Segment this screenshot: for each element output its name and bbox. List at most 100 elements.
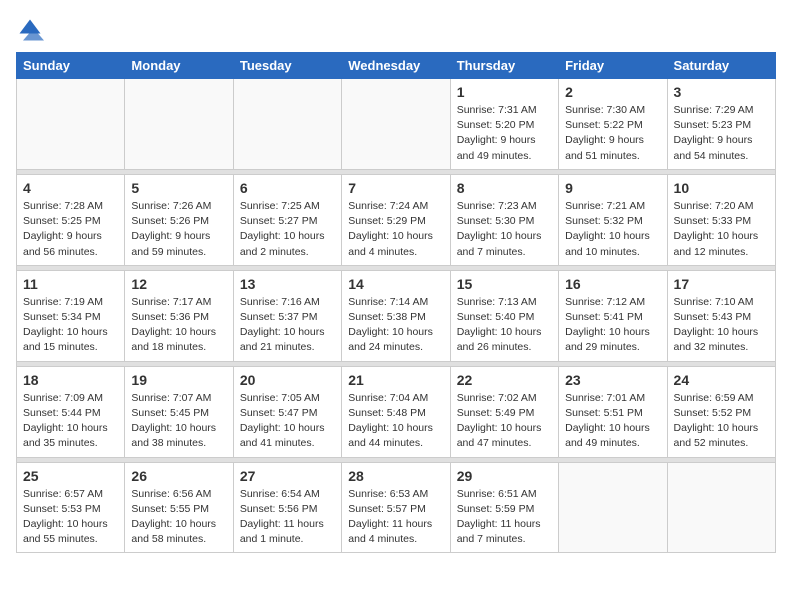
day-info: Sunrise: 7:16 AM Sunset: 5:37 PM Dayligh…	[240, 295, 335, 356]
calendar-cell: 25 Sunrise: 6:57 AM Sunset: 5:53 PM Dayli…	[17, 462, 125, 553]
day-header-sunday: Sunday	[17, 53, 125, 79]
calendar-cell: 26Sunrise: 6:56 AM Sunset: 5:55 PM Dayli…	[125, 462, 233, 553]
calendar-cell: 19 Sunrise: 7:07 AM Sunset: 5:45 PM Dayli…	[125, 366, 233, 457]
day-info: Sunrise: 6:56 AM Sunset: 5:55 PM Dayligh…	[131, 487, 226, 548]
day-info: Sunrise: 7:24 AM Sunset: 5:29 PM Dayligh…	[348, 199, 443, 260]
day-number: 12	[131, 276, 226, 292]
calendar-cell	[17, 79, 125, 170]
calendar-cell: 8Sunrise: 7:23 AM Sunset: 5:30 PM Daylig…	[450, 174, 558, 265]
day-info: Sunrise: 7:26 AM Sunset: 5:26 PM Dayligh…	[131, 199, 226, 260]
calendar-cell: 21 Sunrise: 7:04 AM Sunset: 5:48 PM Dayli…	[342, 366, 450, 457]
day-info: Sunrise: 7:10 AM Sunset: 5:43 PM Dayligh…	[674, 295, 769, 356]
calendar-header-row: SundayMondayTuesdayWednesdayThursdayFrid…	[17, 53, 776, 79]
day-number: 7	[348, 180, 443, 196]
day-number: 5	[131, 180, 226, 196]
week-row-1: 1 Sunrise: 7:31 AM Sunset: 5:20 PM Daylig…	[17, 79, 776, 170]
day-info: Sunrise: 7:21 AM Sunset: 5:32 PM Dayligh…	[565, 199, 660, 260]
day-info: Sunrise: 7:14 AM Sunset: 5:38 PM Dayligh…	[348, 295, 443, 356]
day-number: 23	[565, 372, 660, 388]
day-number: 22	[457, 372, 552, 388]
week-row-2: 4 Sunrise: 7:28 AM Sunset: 5:25 PM Daylig…	[17, 174, 776, 265]
day-info: Sunrise: 6:51 AM Sunset: 5:59 PM Dayligh…	[457, 487, 552, 548]
day-number: 17	[674, 276, 769, 292]
calendar-cell: 5 Sunrise: 7:26 AM Sunset: 5:26 PM Daylig…	[125, 174, 233, 265]
calendar-cell	[125, 79, 233, 170]
calendar-cell: 20 Sunrise: 7:05 AM Sunset: 5:47 PM Dayli…	[233, 366, 341, 457]
day-header-monday: Monday	[125, 53, 233, 79]
day-info: Sunrise: 7:31 AM Sunset: 5:20 PM Dayligh…	[457, 103, 552, 164]
calendar-cell	[342, 79, 450, 170]
day-number: 27	[240, 468, 335, 484]
calendar-cell	[667, 462, 775, 553]
logo-icon	[16, 16, 44, 44]
day-info: Sunrise: 7:19 AM Sunset: 5:34 PM Dayligh…	[23, 295, 118, 356]
day-number: 16	[565, 276, 660, 292]
day-number: 4	[23, 180, 118, 196]
day-number: 14	[348, 276, 443, 292]
day-info: Sunrise: 7:13 AM Sunset: 5:40 PM Dayligh…	[457, 295, 552, 356]
calendar-cell: 15 Sunrise: 7:13 AM Sunset: 5:40 PM Dayli…	[450, 270, 558, 361]
calendar-cell: 13 Sunrise: 7:16 AM Sunset: 5:37 PM Dayli…	[233, 270, 341, 361]
calendar-cell	[559, 462, 667, 553]
calendar-cell: 27 Sunrise: 6:54 AM Sunset: 5:56 PM Dayli…	[233, 462, 341, 553]
calendar-cell: 24 Sunrise: 6:59 AM Sunset: 5:52 PM Dayli…	[667, 366, 775, 457]
header	[16, 16, 776, 44]
day-number: 29	[457, 468, 552, 484]
calendar-cell: 10Sunrise: 7:20 AM Sunset: 5:33 PM Dayli…	[667, 174, 775, 265]
calendar-cell: 22 Sunrise: 7:02 AM Sunset: 5:49 PM Dayli…	[450, 366, 558, 457]
day-header-thursday: Thursday	[450, 53, 558, 79]
calendar-cell: 29 Sunrise: 6:51 AM Sunset: 5:59 PM Dayli…	[450, 462, 558, 553]
day-number: 6	[240, 180, 335, 196]
day-number: 25	[23, 468, 118, 484]
day-number: 2	[565, 84, 660, 100]
day-number: 24	[674, 372, 769, 388]
day-info: Sunrise: 7:29 AM Sunset: 5:23 PM Dayligh…	[674, 103, 769, 164]
logo	[16, 16, 48, 44]
day-info: Sunrise: 6:54 AM Sunset: 5:56 PM Dayligh…	[240, 487, 335, 548]
calendar-cell: 28 Sunrise: 6:53 AM Sunset: 5:57 PM Dayli…	[342, 462, 450, 553]
day-info: Sunrise: 7:05 AM Sunset: 5:47 PM Dayligh…	[240, 391, 335, 452]
calendar-cell: 1 Sunrise: 7:31 AM Sunset: 5:20 PM Daylig…	[450, 79, 558, 170]
day-number: 19	[131, 372, 226, 388]
day-info: Sunrise: 7:12 AM Sunset: 5:41 PM Dayligh…	[565, 295, 660, 356]
week-row-4: 18 Sunrise: 7:09 AM Sunset: 5:44 PM Dayli…	[17, 366, 776, 457]
day-info: Sunrise: 7:01 AM Sunset: 5:51 PM Dayligh…	[565, 391, 660, 452]
day-number: 9	[565, 180, 660, 196]
day-info: Sunrise: 7:25 AM Sunset: 5:27 PM Dayligh…	[240, 199, 335, 260]
day-info: Sunrise: 7:30 AM Sunset: 5:22 PM Dayligh…	[565, 103, 660, 164]
day-info: Sunrise: 7:28 AM Sunset: 5:25 PM Dayligh…	[23, 199, 118, 260]
calendar-cell: 3 Sunrise: 7:29 AM Sunset: 5:23 PM Daylig…	[667, 79, 775, 170]
day-number: 15	[457, 276, 552, 292]
day-info: Sunrise: 6:57 AM Sunset: 5:53 PM Dayligh…	[23, 487, 118, 548]
day-info: Sunrise: 6:59 AM Sunset: 5:52 PM Dayligh…	[674, 391, 769, 452]
day-header-tuesday: Tuesday	[233, 53, 341, 79]
week-row-5: 25 Sunrise: 6:57 AM Sunset: 5:53 PM Dayli…	[17, 462, 776, 553]
calendar-cell: 17 Sunrise: 7:10 AM Sunset: 5:43 PM Dayli…	[667, 270, 775, 361]
calendar-cell: 2 Sunrise: 7:30 AM Sunset: 5:22 PM Daylig…	[559, 79, 667, 170]
day-number: 18	[23, 372, 118, 388]
day-info: Sunrise: 7:04 AM Sunset: 5:48 PM Dayligh…	[348, 391, 443, 452]
day-info: Sunrise: 7:23 AM Sunset: 5:30 PM Dayligh…	[457, 199, 552, 260]
calendar-cell: 6 Sunrise: 7:25 AM Sunset: 5:27 PM Daylig…	[233, 174, 341, 265]
day-number: 21	[348, 372, 443, 388]
day-header-friday: Friday	[559, 53, 667, 79]
week-row-3: 11Sunrise: 7:19 AM Sunset: 5:34 PM Dayli…	[17, 270, 776, 361]
calendar-cell: 7 Sunrise: 7:24 AM Sunset: 5:29 PM Daylig…	[342, 174, 450, 265]
day-info: Sunrise: 7:20 AM Sunset: 5:33 PM Dayligh…	[674, 199, 769, 260]
day-number: 1	[457, 84, 552, 100]
day-info: Sunrise: 6:53 AM Sunset: 5:57 PM Dayligh…	[348, 487, 443, 548]
day-number: 3	[674, 84, 769, 100]
day-number: 13	[240, 276, 335, 292]
calendar-cell: 11Sunrise: 7:19 AM Sunset: 5:34 PM Dayli…	[17, 270, 125, 361]
calendar-cell	[233, 79, 341, 170]
day-number: 28	[348, 468, 443, 484]
calendar-cell: 18 Sunrise: 7:09 AM Sunset: 5:44 PM Dayli…	[17, 366, 125, 457]
day-info: Sunrise: 7:02 AM Sunset: 5:49 PM Dayligh…	[457, 391, 552, 452]
day-info: Sunrise: 7:07 AM Sunset: 5:45 PM Dayligh…	[131, 391, 226, 452]
day-info: Sunrise: 7:17 AM Sunset: 5:36 PM Dayligh…	[131, 295, 226, 356]
calendar-cell: 9 Sunrise: 7:21 AM Sunset: 5:32 PM Daylig…	[559, 174, 667, 265]
day-number: 20	[240, 372, 335, 388]
day-info: Sunrise: 7:09 AM Sunset: 5:44 PM Dayligh…	[23, 391, 118, 452]
calendar: SundayMondayTuesdayWednesdayThursdayFrid…	[16, 52, 776, 553]
calendar-cell: 14 Sunrise: 7:14 AM Sunset: 5:38 PM Dayli…	[342, 270, 450, 361]
